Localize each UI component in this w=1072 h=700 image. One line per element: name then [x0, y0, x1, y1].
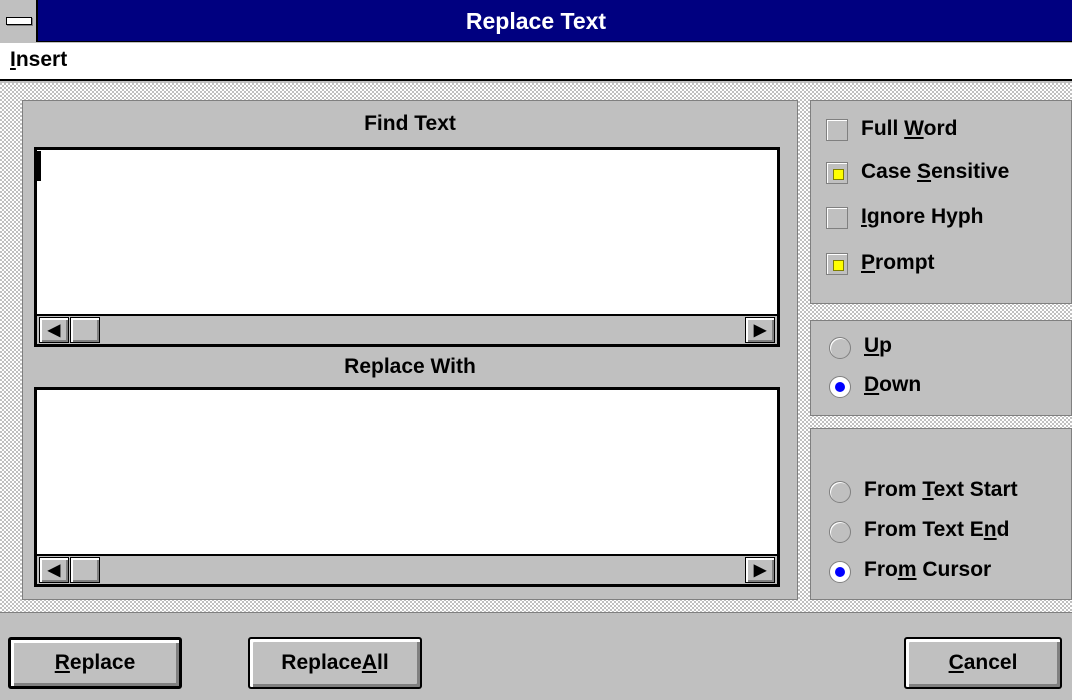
up-label[interactable]: Up — [864, 334, 892, 358]
full-word-label[interactable]: Full Word — [861, 117, 957, 141]
system-menu-button[interactable] — [0, 0, 38, 42]
replace-all-button[interactable]: Replace All — [248, 637, 422, 689]
scroll-right-icon[interactable]: ▶ — [745, 317, 775, 343]
replace-with-label: Replace With — [344, 355, 476, 378]
scroll-left-icon[interactable]: ◀ — [39, 557, 69, 583]
scroll-left-icon[interactable]: ◀ — [39, 317, 69, 343]
cancel-button[interactable]: Cancel — [904, 637, 1062, 689]
down-radio[interactable] — [829, 376, 851, 398]
from-text-end-label[interactable]: From Text End — [864, 518, 1009, 542]
system-menu-icon — [6, 17, 32, 25]
from-text-start-radio[interactable] — [829, 481, 851, 503]
find-text-box[interactable]: ◀ ▶ — [34, 147, 780, 347]
ignore-hyph-checkbox[interactable] — [826, 207, 848, 229]
menu-insert[interactable]: Insert — [10, 48, 67, 72]
from-text-start-label[interactable]: From Text Start — [864, 478, 1018, 502]
scroll-right-icon[interactable]: ▶ — [745, 557, 775, 583]
prompt-checkbox[interactable] — [826, 253, 848, 275]
replace-with-hscrollbar[interactable]: ◀ ▶ — [37, 554, 777, 584]
right-arrow-glyph: ▶ — [753, 562, 767, 579]
menu-bar: Insert — [0, 43, 1072, 81]
text-cursor — [37, 151, 41, 181]
case-sensitive-label[interactable]: Case Sensitive — [861, 160, 1009, 184]
from-cursor-radio[interactable] — [829, 561, 851, 583]
down-label[interactable]: Down — [864, 373, 921, 397]
replace-button[interactable]: Replace — [8, 637, 182, 689]
from-cursor-label[interactable]: From Cursor — [864, 558, 991, 582]
ignore-hyph-label[interactable]: Ignore Hyph — [861, 205, 984, 229]
prompt-label[interactable]: Prompt — [861, 251, 935, 275]
scroll-thumb[interactable] — [70, 317, 100, 343]
case-sensitive-checkbox[interactable] — [826, 162, 848, 184]
right-arrow-glyph: ▶ — [753, 322, 767, 339]
full-word-checkbox[interactable] — [826, 119, 848, 141]
window-title: Replace Text — [465, 8, 607, 34]
up-radio[interactable] — [829, 337, 851, 359]
find-text-label: Find Text — [364, 112, 456, 135]
direction-panel — [810, 320, 1072, 416]
left-arrow-glyph: ◀ — [47, 322, 61, 339]
from-text-end-radio[interactable] — [829, 521, 851, 543]
find-text-hscrollbar[interactable]: ◀ ▶ — [37, 314, 777, 344]
scroll-thumb[interactable] — [70, 557, 100, 583]
replace-with-box[interactable]: ◀ ▶ — [34, 387, 780, 587]
left-arrow-glyph: ◀ — [47, 562, 61, 579]
